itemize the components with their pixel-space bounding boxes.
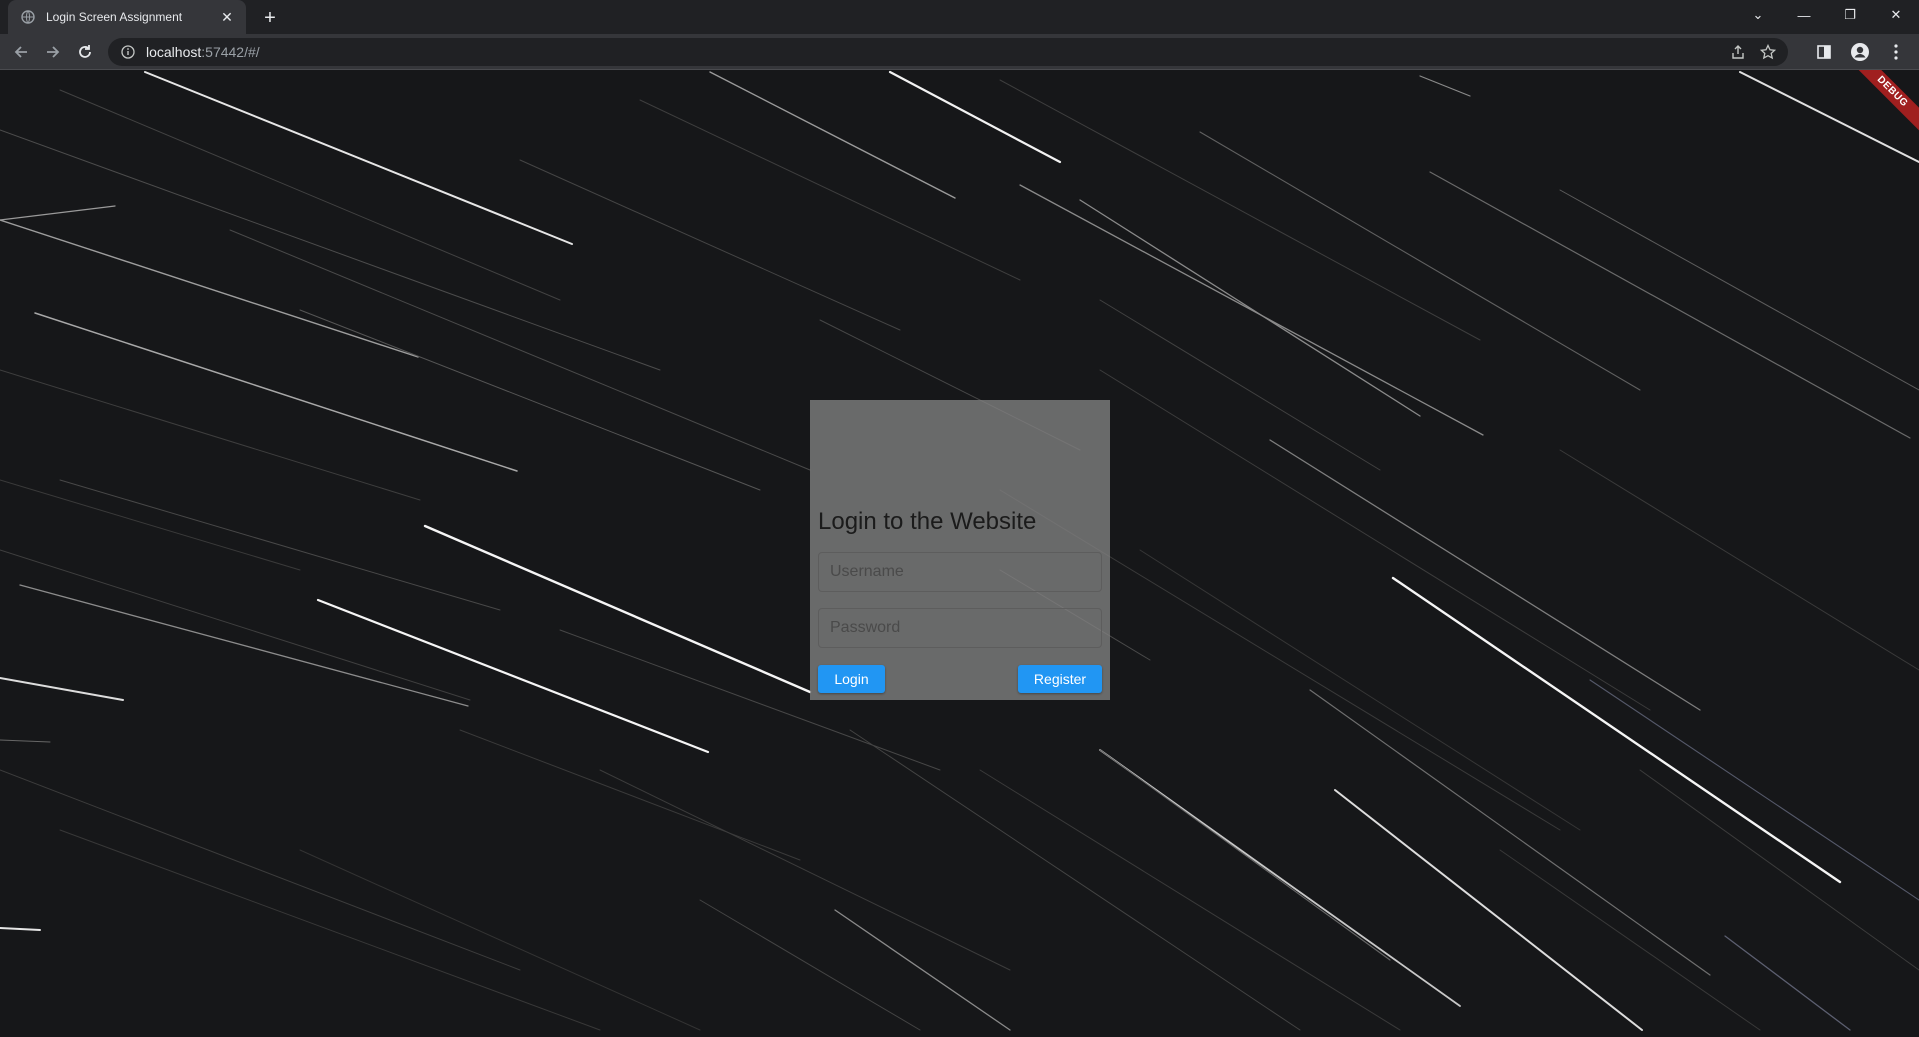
url-host: localhost (146, 44, 202, 60)
login-button[interactable]: Login (818, 665, 885, 693)
active-tab[interactable]: Login Screen Assignment ✕ (8, 0, 246, 34)
restore-button[interactable]: ❐ (1827, 0, 1873, 30)
kebab-menu-icon[interactable] (1883, 39, 1909, 65)
browser-toolbar: localhost :57442/#/ (0, 34, 1919, 70)
url-path: :57442/#/ (201, 44, 260, 60)
address-bar[interactable]: localhost :57442/#/ (108, 38, 1788, 66)
globe-icon (20, 9, 36, 25)
username-input[interactable] (818, 552, 1102, 592)
new-tab-button[interactable]: + (258, 6, 282, 30)
star-icon[interactable] (1758, 42, 1778, 62)
side-panel-icon[interactable] (1811, 39, 1837, 65)
minimize-button[interactable]: — (1781, 0, 1827, 30)
share-icon[interactable] (1728, 42, 1748, 62)
tab-close-icon[interactable]: ✕ (218, 8, 236, 26)
tab-title: Login Screen Assignment (46, 10, 183, 24)
register-button[interactable]: Register (1018, 665, 1102, 693)
window-controls: ⌄ — ❐ ✕ (1735, 0, 1919, 30)
tab-search-button[interactable]: ⌄ (1735, 0, 1781, 30)
back-arrow-icon[interactable] (8, 39, 34, 65)
password-input[interactable] (818, 608, 1102, 648)
login-title: Login to the Website (818, 508, 1037, 535)
forward-arrow-icon[interactable] (40, 39, 66, 65)
reload-icon[interactable] (72, 39, 98, 65)
page-viewport: DEBUG Login to the Website Login Registe… (0, 70, 1919, 1037)
profile-icon[interactable] (1847, 39, 1873, 65)
close-window-button[interactable]: ✕ (1873, 0, 1919, 30)
tab-strip: Login Screen Assignment ✕ + ⌄ — ❐ ✕ (0, 0, 1919, 34)
info-icon[interactable] (120, 44, 136, 60)
login-card: Login to the Website Login Register (810, 400, 1110, 700)
